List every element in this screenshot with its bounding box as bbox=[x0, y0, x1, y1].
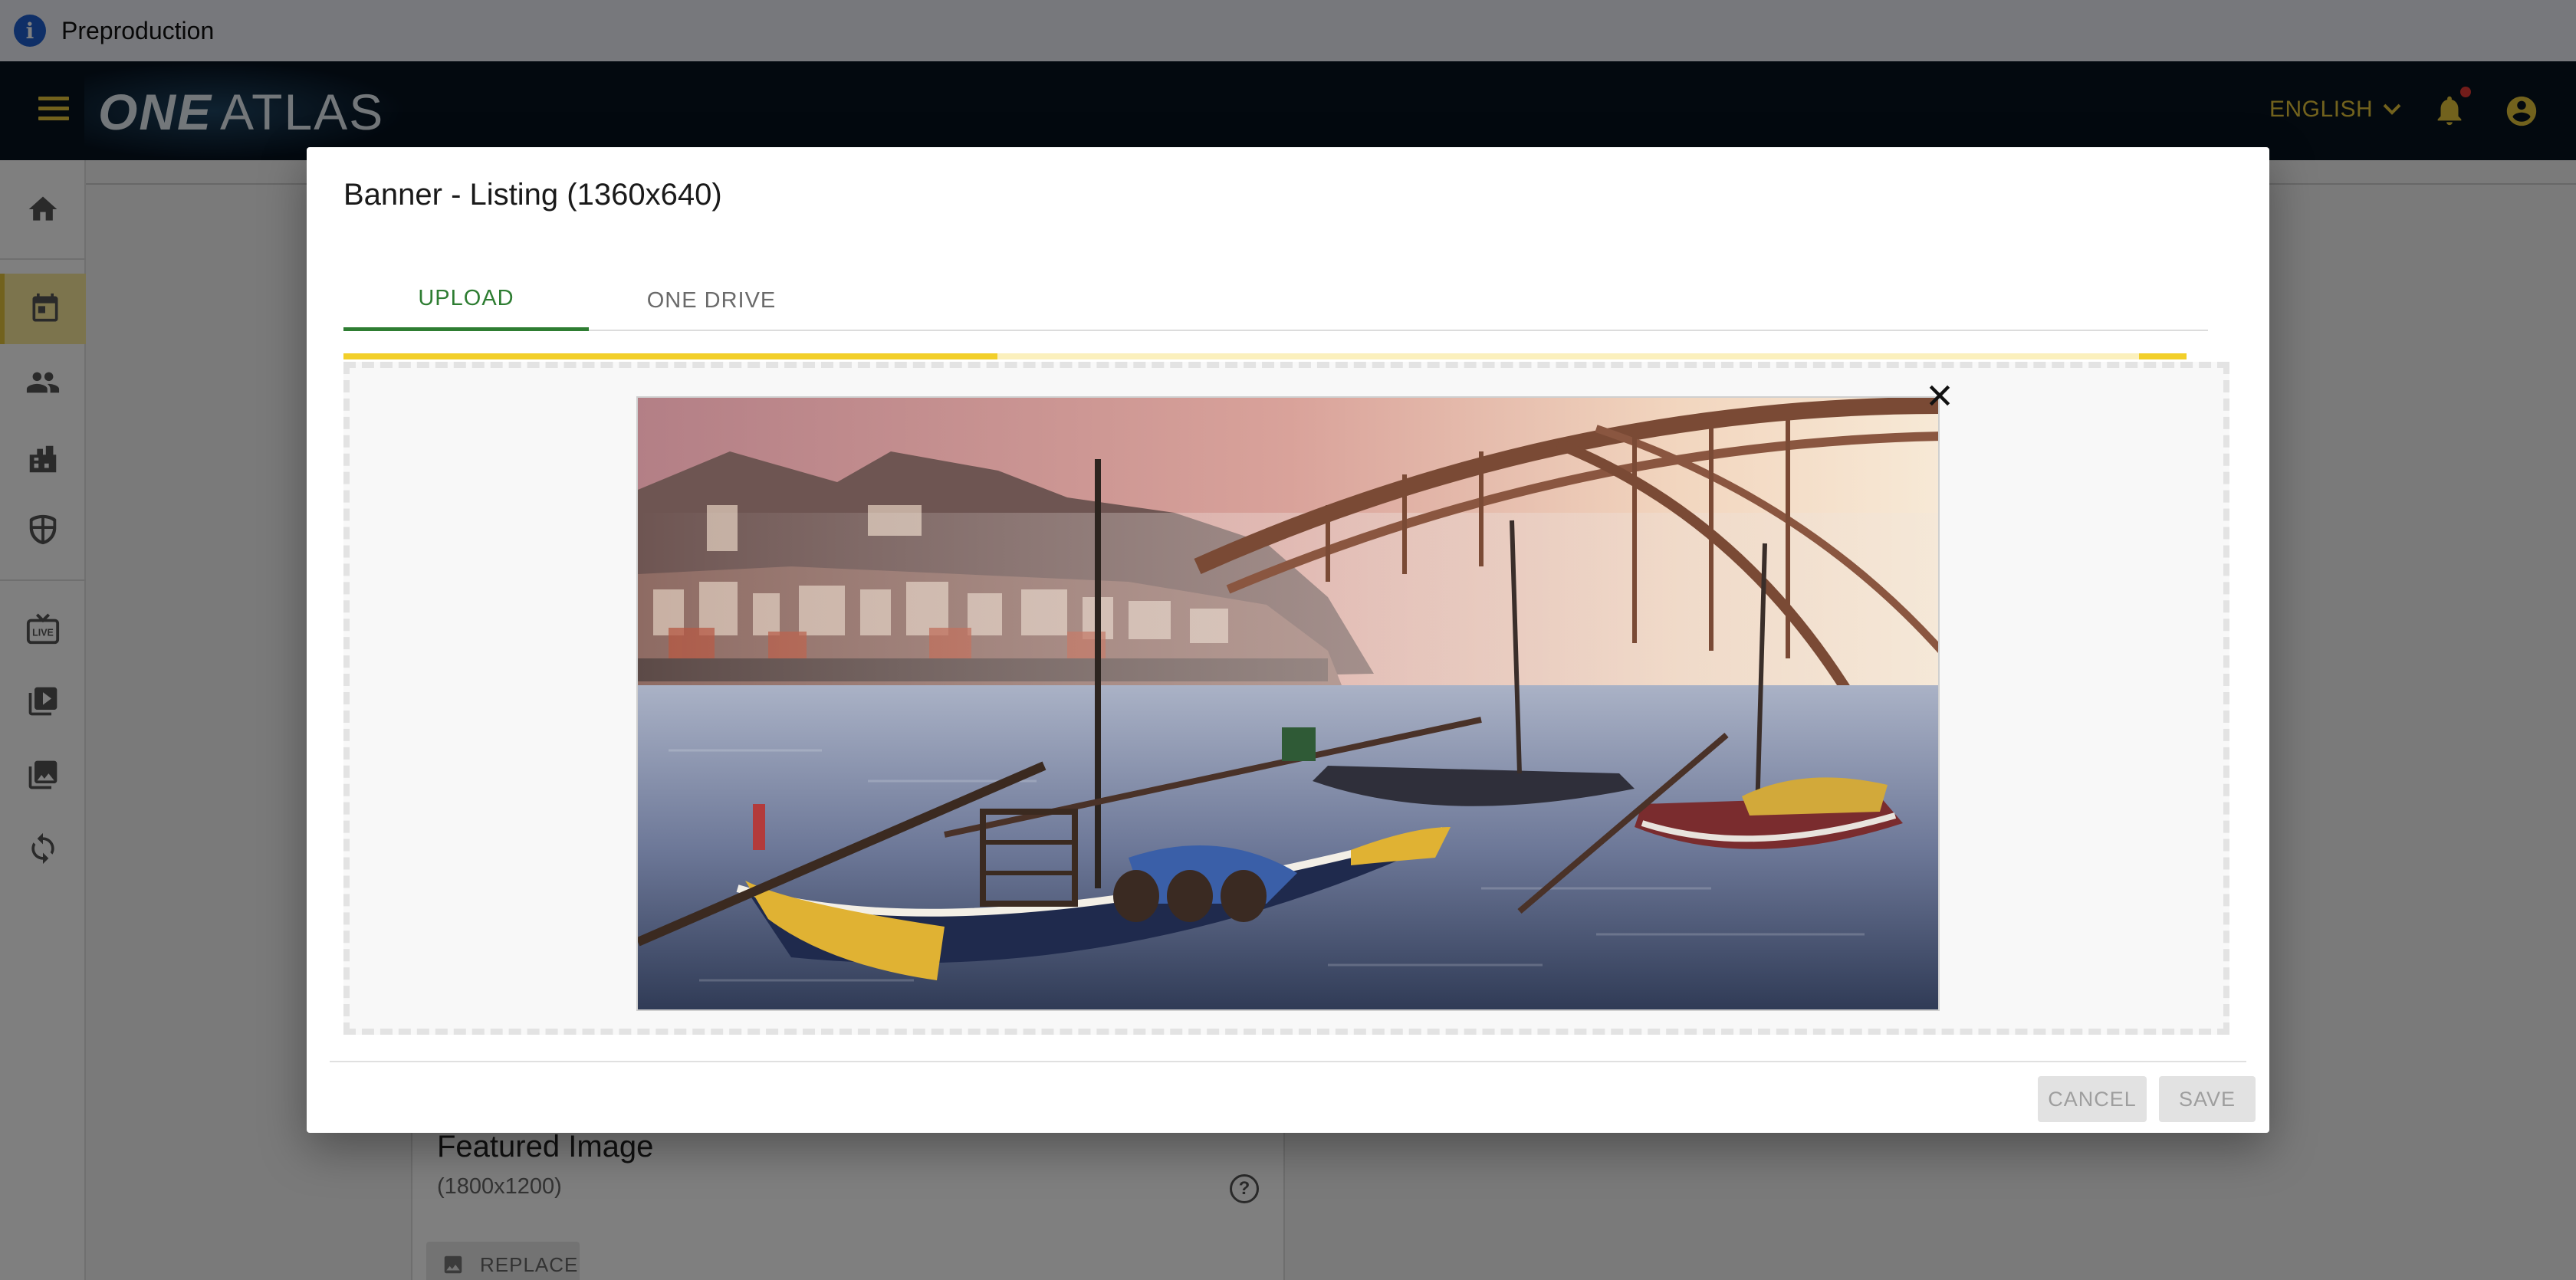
tab-one-drive[interactable]: ONE DRIVE bbox=[589, 270, 834, 331]
upload-progress-end bbox=[2139, 353, 2187, 359]
porto-boats-photo bbox=[638, 398, 1938, 1009]
save-button[interactable]: SAVE bbox=[2159, 1076, 2256, 1122]
upload-progress-fill bbox=[343, 353, 998, 359]
remove-image-icon[interactable] bbox=[1924, 380, 1955, 411]
tab-upload[interactable]: UPLOAD bbox=[343, 270, 589, 331]
uploaded-image-preview[interactable] bbox=[636, 396, 1940, 1011]
dialog-footer-divider bbox=[330, 1061, 2246, 1062]
upload-progress-bar bbox=[343, 353, 2187, 359]
dialog-title: Banner - Listing (1360x640) bbox=[343, 178, 722, 212]
cancel-button[interactable]: CANCEL bbox=[2038, 1076, 2147, 1122]
tab-bar: UPLOAD ONE DRIVE bbox=[343, 270, 2208, 331]
image-upload-dialog: Banner - Listing (1360x640) UPLOAD ONE D… bbox=[307, 147, 2269, 1133]
